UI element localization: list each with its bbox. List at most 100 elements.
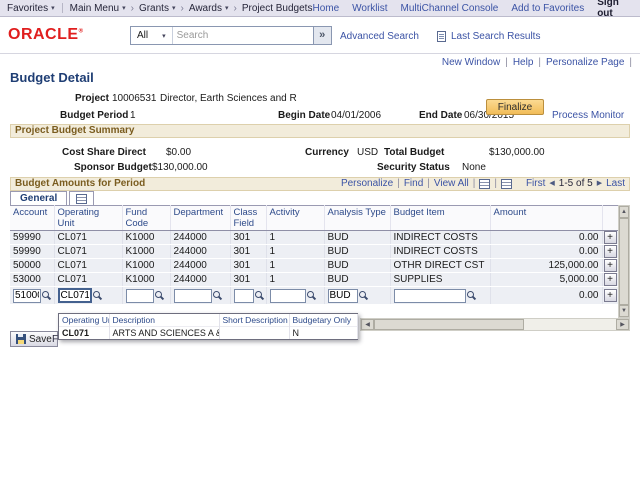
cell-department: 244000: [170, 245, 230, 259]
view-all-link[interactable]: View All: [434, 178, 469, 190]
scroll-up-icon[interactable]: ▲: [619, 206, 629, 218]
breadcrumb-separator-icon: ›: [131, 3, 134, 14]
add-row-button[interactable]: +: [604, 245, 617, 258]
grid-row: 59990 CL071 K1000 244000 301 1 BUD INDIR…: [10, 231, 618, 245]
breadcrumb-project-budgets[interactable]: Project Budgets: [242, 3, 313, 14]
search-go-button[interactable]: »: [313, 27, 331, 44]
add-to-favorites-link[interactable]: Add to Favorites: [511, 3, 584, 14]
col-department[interactable]: Department: [170, 206, 230, 231]
last-link[interactable]: Last: [606, 178, 625, 190]
cell-amount: 0.00: [490, 231, 602, 245]
tab-general[interactable]: General: [10, 191, 67, 205]
account-input[interactable]: [13, 289, 41, 303]
account-lookup-icon[interactable]: [42, 290, 52, 301]
col-account[interactable]: Account: [10, 206, 54, 231]
col-budget-item[interactable]: Budget Item: [390, 206, 490, 231]
new-window-link[interactable]: New Window: [442, 57, 500, 68]
cell-account: 59990: [10, 245, 54, 259]
department-input[interactable]: [174, 289, 212, 303]
last-search-results-link[interactable]: Last Search Results: [451, 31, 541, 42]
scroll-right-icon[interactable]: ▶: [616, 319, 629, 330]
zoom-grid-icon[interactable]: [501, 179, 512, 189]
home-link[interactable]: Home: [312, 3, 339, 14]
main-menu[interactable]: Main Menu ▾: [70, 3, 126, 14]
scrollbar-track[interactable]: [524, 319, 616, 330]
class-field-lookup-icon[interactable]: [255, 290, 265, 301]
next-rows-icon[interactable]: ▶: [597, 178, 602, 190]
cell-department: 244000: [170, 273, 230, 287]
finalize-button[interactable]: Finalize: [486, 99, 544, 115]
currency-label: Currency: [305, 147, 349, 158]
budget-period-value: 1: [130, 110, 136, 121]
breadcrumb-grants[interactable]: Grants ▾: [139, 3, 176, 14]
class-field-input[interactable]: [234, 289, 254, 303]
scroll-down-icon[interactable]: ▼: [619, 305, 629, 317]
col-operating-unit[interactable]: Operating Unit: [54, 206, 122, 231]
analysis-type-lookup-icon[interactable]: [359, 290, 369, 301]
analysis-type-input[interactable]: [328, 289, 358, 303]
previous-rows-icon[interactable]: ◀: [549, 178, 554, 190]
cost-share-value: $0.00: [166, 147, 191, 158]
cell-fund-code: K1000: [122, 245, 170, 259]
budget-item-input[interactable]: [394, 289, 466, 303]
chevron-down-icon: ▾: [162, 32, 166, 40]
lookup-col-short-description[interactable]: Short Description: [219, 314, 289, 327]
breadcrumb-awards[interactable]: Awards ▾: [189, 3, 229, 14]
fund-code-lookup-icon[interactable]: [155, 290, 165, 301]
operating-unit-input[interactable]: [58, 288, 92, 303]
project-id: 10006531: [112, 93, 157, 104]
multichannel-console-link[interactable]: MultiChannel Console: [401, 3, 499, 14]
horizontal-scrollbar-thumb[interactable]: [374, 319, 524, 330]
personalize-page-link[interactable]: Personalize Page: [546, 57, 624, 68]
col-analysis-type[interactable]: Analysis Type: [324, 206, 390, 231]
download-grid-icon[interactable]: [479, 179, 490, 189]
department-lookup-icon[interactable]: [213, 290, 223, 301]
cell-activity: 1: [266, 245, 324, 259]
save-button[interactable]: Save: [10, 331, 58, 347]
add-row-button[interactable]: +: [604, 259, 617, 272]
amount-value: 0.00: [490, 287, 602, 305]
col-class-field[interactable]: Class Field: [230, 206, 266, 231]
add-row-button[interactable]: +: [604, 231, 617, 244]
double-chevron-icon: »: [319, 29, 325, 41]
grid-horizontal-scrollbar[interactable]: ◀ ▶: [360, 318, 630, 331]
personalize-link[interactable]: Personalize: [341, 178, 393, 190]
scroll-left-icon[interactable]: ◀: [361, 319, 374, 330]
show-all-columns-tab[interactable]: [69, 191, 94, 205]
activity-input[interactable]: [270, 289, 306, 303]
grid-vertical-scrollbar[interactable]: ▲ ▼: [618, 205, 630, 318]
lookup-col-budgetary-only[interactable]: Budgetary Only: [289, 314, 357, 327]
col-amount[interactable]: Amount: [490, 206, 602, 231]
favorites-menu[interactable]: Favorites ▾: [7, 3, 55, 14]
fund-code-input[interactable]: [126, 289, 154, 303]
chevron-down-icon: ▾: [122, 4, 126, 12]
search-input[interactable]: [173, 27, 313, 44]
process-monitor-link[interactable]: Process Monitor: [552, 110, 624, 121]
lookup-operating-unit-value[interactable]: CL071: [59, 327, 109, 340]
currency-value: USD: [357, 147, 378, 158]
cell-amount: 5,000.00: [490, 273, 602, 287]
col-fund-code[interactable]: Fund Code: [122, 206, 170, 231]
worklist-link[interactable]: Worklist: [352, 3, 387, 14]
chevron-down-icon: ▾: [51, 4, 55, 12]
help-link[interactable]: Help: [513, 57, 534, 68]
add-row-button[interactable]: +: [604, 273, 617, 286]
add-row-button[interactable]: +: [604, 289, 617, 302]
budget-item-lookup-icon[interactable]: [467, 290, 477, 301]
find-link[interactable]: Find: [404, 178, 423, 190]
activity-lookup-icon[interactable]: [307, 290, 317, 301]
advanced-search-link[interactable]: Advanced Search: [340, 31, 419, 42]
lookup-col-operating-unit[interactable]: Operating Unit: [59, 314, 109, 327]
search-scope-selector[interactable]: All ▾: [131, 27, 173, 44]
main-menu-label: Main Menu: [70, 3, 119, 14]
lookup-result-row[interactable]: CL071 ARTS AND SCIENCES A & S N: [59, 327, 357, 340]
cell-analysis-type: BUD: [324, 231, 390, 245]
operating-unit-lookup-icon[interactable]: [93, 290, 103, 301]
col-activity[interactable]: Activity: [266, 206, 324, 231]
vertical-scrollbar-thumb[interactable]: [619, 218, 629, 305]
first-link[interactable]: First: [526, 178, 545, 190]
row-range: 1-5 of 5: [559, 178, 593, 190]
budget-grid: Account Operating Unit Fund Code Departm…: [10, 205, 619, 305]
cell-department: 244000: [170, 231, 230, 245]
lookup-col-description[interactable]: Description: [109, 314, 219, 327]
